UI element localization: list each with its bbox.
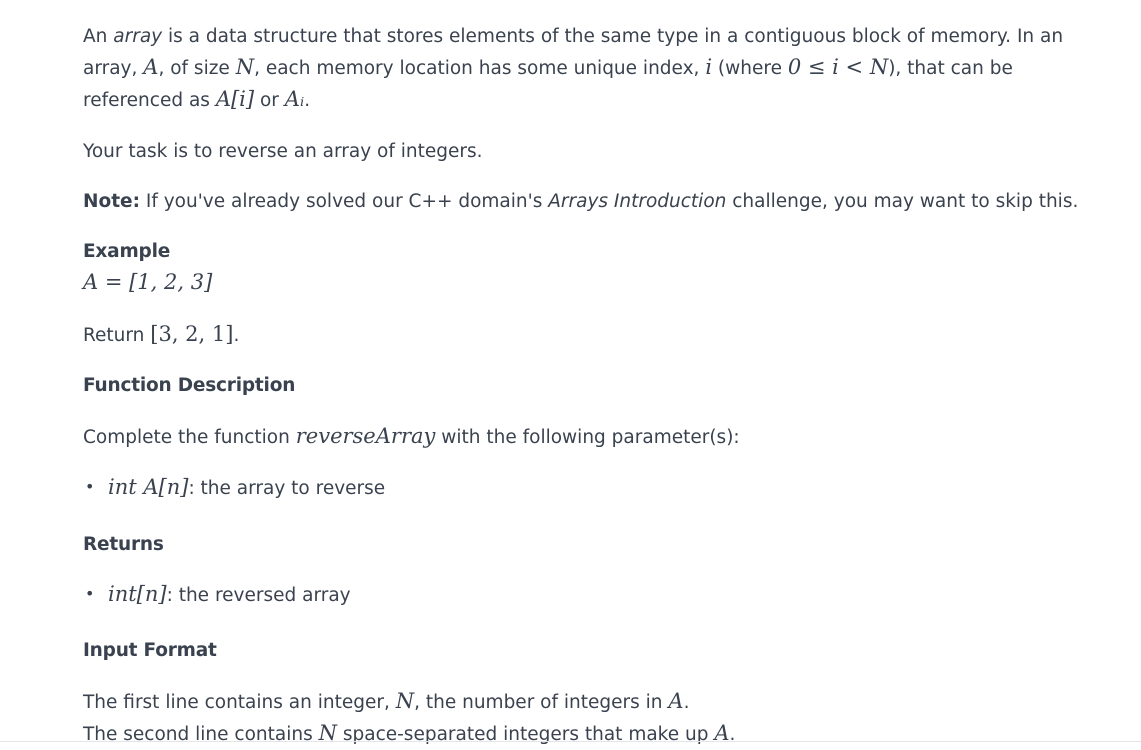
return-type: int[n]	[108, 582, 167, 606]
function-description-text: Complete the function reverseArray with …	[83, 421, 1093, 453]
fd-text: with the following parameter(s):	[435, 427, 740, 448]
input-format-line-1: The first line contains an integer, N, t…	[83, 686, 1093, 718]
param-description: : the array to reverse	[188, 478, 386, 499]
input-text: The first line contains an integer,	[83, 692, 396, 713]
input-text: .	[683, 692, 690, 713]
bullet-icon: •	[85, 584, 95, 603]
note-text: challenge, you may want to skip this.	[726, 191, 1079, 212]
returns-list: • int[n]: the reversed array	[83, 579, 1093, 611]
intro-text: , each memory location has some unique i…	[254, 58, 706, 79]
note-challenge-name: Arrays Introduction	[548, 191, 727, 212]
input-format-heading: Input Format	[83, 640, 217, 661]
note-paragraph: Note: If you've already solved our C++ d…	[83, 187, 1093, 217]
list-item: • int[n]: the reversed array	[83, 579, 1093, 611]
returns-heading: Returns	[83, 534, 164, 555]
example-return: Return [3, 2, 1].	[83, 319, 1093, 351]
intro-text: or	[254, 90, 285, 111]
intro-text: (where	[712, 58, 788, 79]
intro-paragraph: An array is a data structure that stores…	[83, 22, 1093, 116]
problem-statement: An array is a data structure that stores…	[83, 22, 1093, 750]
list-item: • int A[n]: the array to reverse	[83, 472, 1093, 504]
parameter-list: • int A[n]: the array to reverse	[83, 472, 1093, 504]
input-format-line-2: The second line contains N space-separat…	[83, 718, 1093, 750]
function-description-heading: Function Description	[83, 375, 296, 396]
example-formula-math: A = [1, 2, 3]	[83, 270, 212, 294]
intro-text: An	[83, 26, 114, 47]
array-term: array	[113, 26, 163, 47]
function-name: reverseArray	[295, 424, 436, 448]
example-formula: A = [1, 2, 3]	[83, 267, 1093, 299]
return-label: Return	[83, 325, 151, 346]
intro-text: .	[304, 90, 311, 111]
bottom-divider	[0, 741, 1141, 742]
example-heading: Example	[83, 241, 171, 262]
math-A-index: A[i]	[215, 87, 255, 111]
math-A: A	[143, 55, 159, 79]
example-section: Example A = [1, 2, 3]	[83, 237, 1093, 299]
math-A: A	[668, 689, 684, 713]
return-description: : the reversed array	[166, 585, 351, 606]
bullet-icon: •	[85, 477, 95, 496]
math-N: N	[395, 689, 415, 713]
return-value: [3, 2, 1]	[150, 322, 234, 346]
param-signature: int A[n]	[108, 475, 189, 499]
intro-text: , of size	[158, 58, 236, 79]
math-condition: 0 ≤ i < N	[787, 55, 889, 79]
return-end: .	[233, 325, 240, 346]
note-label: Note:	[83, 191, 140, 212]
math-N: N	[235, 55, 255, 79]
example-formula-text: A = [1, 2, 3]	[83, 270, 213, 294]
math-A-subscript: Aᵢ	[284, 87, 305, 111]
note-text: If you've already solved our C++ domain'…	[139, 191, 549, 212]
task-paragraph: Your task is to reverse an array of inte…	[83, 141, 483, 162]
fd-text: Complete the function	[83, 427, 296, 448]
input-text: , the number of integers in	[414, 692, 669, 713]
